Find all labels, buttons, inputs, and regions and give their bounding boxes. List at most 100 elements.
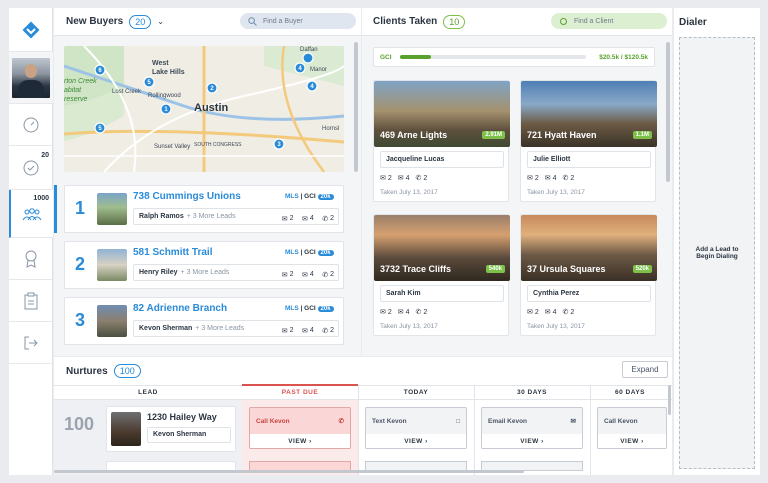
view-label: VIEW (620, 437, 639, 445)
phone-icon[interactable]: ✆ 2 (415, 174, 427, 183)
nav-dashboard[interactable] (9, 104, 53, 146)
map-label: Lost Creek (112, 89, 142, 95)
mail-icon[interactable]: ✉ 4 (545, 308, 557, 317)
expand-button[interactable]: Expand (622, 361, 668, 378)
mail-icon[interactable]: ✉ 4 (302, 215, 314, 223)
client-photo: 3732 Trace Cliffs 540k (374, 215, 510, 281)
clients-title: Clients Taken (373, 16, 438, 27)
dialer-dropzone[interactable]: Add a Lead to Begin Dialing (679, 37, 755, 469)
new-buyers-title: New Buyers (66, 16, 124, 27)
message-icon[interactable]: ✉ 2 (282, 271, 294, 279)
mail-icon[interactable]: ✉ 4 (398, 174, 410, 183)
buyer-search-input[interactable]: Find a Buyer (240, 13, 356, 29)
phone-icon[interactable]: ✆ 2 (322, 327, 334, 335)
mls-label[interactable]: MLS (285, 193, 299, 200)
avatar[interactable] (12, 57, 50, 98)
buyer-address[interactable]: 738 Cummings Unions (133, 191, 241, 202)
message-icon[interactable]: ✉ 2 (282, 327, 294, 335)
clients-scrollbar[interactable] (666, 42, 670, 182)
message-icon[interactable]: ✉ 2 (527, 308, 539, 317)
task-today[interactable]: Text Kevon □ VIEW › (365, 407, 467, 449)
task-past-due[interactable]: Call Kevon ✆ VIEW › (249, 407, 351, 449)
speedometer-icon (23, 117, 39, 132)
nurture-lead-card[interactable]: 1230 Hailey Way Kevon Sherman (106, 406, 236, 452)
buyer-card[interactable]: 1 738 Cummings Unions MLS | GCI 20k Ralp… (64, 185, 344, 233)
taken-date: Taken July 13, 2017 (380, 323, 438, 330)
buyer-card[interactable]: 3 82 Adrienne Branch MLS | GCI 20k Kevon… (64, 297, 344, 345)
buyer-photo (97, 249, 127, 281)
buyer-photo (97, 193, 127, 225)
more-leads[interactable]: + 3 More Leads (195, 325, 244, 332)
client-address[interactable]: 721 Hyatt Haven (527, 130, 597, 140)
buyer-address[interactable]: 581 Schmitt Trail (133, 247, 212, 258)
phone-icon[interactable]: ✆ 2 (562, 308, 574, 317)
message-icon[interactable]: ✉ 2 (380, 174, 392, 183)
client-card[interactable]: 37 Ursula Squares 520k Cynthia Perez ✉ 2 … (520, 214, 657, 336)
map-label: SOUTH CONGRESS (194, 142, 242, 148)
nav-tasks[interactable]: 20 (9, 146, 53, 190)
client-contact-counts: ✉ 2 ✉ 4 ✆ 2 (523, 308, 574, 317)
gci-label: GCI (304, 305, 316, 312)
phone-icon[interactable]: ✆ 2 (415, 308, 427, 317)
task-label: Email Kevon (488, 417, 528, 425)
nav-logout[interactable] (9, 322, 53, 364)
client-address[interactable]: 469 Arne Lights (380, 130, 447, 140)
mls-label[interactable]: MLS (285, 305, 299, 312)
client-price: 2.91M (482, 131, 505, 139)
mail-icon[interactable]: ✉ 4 (302, 327, 314, 335)
buyers-scrollbar[interactable] (354, 42, 358, 172)
gci-progress: GCI $20.5k / $120.5k (373, 47, 655, 67)
buyer-lead-row[interactable]: Kevon Sherman + 3 More Leads ✉ 2 ✉ 4 ✆ 2 (133, 320, 339, 337)
search-icon (248, 16, 257, 26)
client-address[interactable]: 37 Ursula Squares (527, 264, 606, 274)
buyer-rank: 1 (74, 198, 85, 218)
phone-icon[interactable]: ✆ 2 (322, 271, 334, 279)
client-card[interactable]: 721 Hyatt Haven 1.1M Julie Elliott ✉ 2 ✉ 4… (520, 80, 657, 202)
buyer-lead-row[interactable]: Ralph Ramos + 3 More Leads ✉ 2 ✉ 4 ✆ 2 (133, 208, 339, 225)
dialer-empty-text: Add a Lead to (695, 246, 739, 253)
buyer-search-placeholder: Find a Buyer (263, 17, 303, 25)
client-search-input[interactable]: Find a Client (551, 13, 667, 29)
buyer-card[interactable]: 2 581 Schmitt Trail MLS | GCI 20k Henry … (64, 241, 344, 289)
client-contact-counts: ✉ 2 ✉ 4 ✆ 2 (376, 308, 427, 317)
client-name[interactable]: Cynthia Perez (527, 285, 651, 302)
nurture-address[interactable]: 1230 Hailey Way (147, 412, 217, 422)
buyer-address[interactable]: 82 Adrienne Branch (133, 303, 227, 314)
message-icon[interactable]: ✉ 2 (380, 308, 392, 317)
client-name[interactable]: Sarah Kim (380, 285, 504, 302)
task-60-days[interactable]: Call Kevon VIEW › (597, 407, 667, 449)
view-button[interactable]: VIEW › (598, 434, 666, 448)
view-button[interactable]: VIEW › (366, 434, 466, 448)
nav-leads[interactable]: 1000 (9, 190, 53, 238)
app-logo[interactable] (9, 8, 53, 52)
nurtures-h-scrollbar[interactable] (54, 470, 524, 473)
mls-label[interactable]: MLS (285, 249, 299, 256)
client-name[interactable]: Julie Elliott (527, 151, 651, 168)
user-avatar-cell[interactable] (9, 52, 53, 104)
mail-icon[interactable]: ✉ 4 (398, 308, 410, 317)
buyers-map[interactable]: 654 215 34 West Lake Hills Lost Creek Ro… (64, 46, 344, 172)
phone-icon[interactable]: ✆ 2 (322, 215, 334, 223)
nav-clipboard[interactable] (9, 280, 53, 322)
nav-awards[interactable] (9, 238, 53, 280)
client-card[interactable]: 469 Arne Lights 2.91M Jacqueline Lucas ✉… (373, 80, 510, 202)
view-button[interactable]: VIEW › (250, 434, 350, 448)
buyer-lead-row[interactable]: Henry Riley + 3 More Leads ✉ 2 ✉ 4 ✆ 2 (133, 264, 339, 281)
col-30-days: 30 DAYS (517, 389, 547, 396)
message-icon[interactable]: ✉ 2 (282, 215, 294, 223)
mail-icon[interactable]: ✉ 4 (302, 271, 314, 279)
task-30-days[interactable]: Email Kevon ✉ VIEW › (481, 407, 583, 449)
phone-icon[interactable]: ✆ 2 (562, 174, 574, 183)
client-name[interactable]: Jacqueline Lucas (380, 151, 504, 168)
nurture-name[interactable]: Kevon Sherman (147, 427, 231, 443)
more-leads[interactable]: + 3 More Leads (187, 213, 236, 220)
gci-badge: 20k (317, 194, 334, 200)
message-icon[interactable]: ✉ 2 (527, 174, 539, 183)
chevron-down-icon[interactable]: ⌄ (157, 17, 164, 26)
more-leads[interactable]: + 3 More Leads (181, 269, 230, 276)
nurtures-v-scrollbar[interactable] (668, 385, 671, 415)
view-button[interactable]: VIEW › (482, 434, 582, 448)
client-address[interactable]: 3732 Trace Cliffs (380, 264, 451, 274)
client-card[interactable]: 3732 Trace Cliffs 540k Sarah Kim ✉ 2 ✉ 4 ✆… (373, 214, 510, 336)
mail-icon[interactable]: ✉ 4 (545, 174, 557, 183)
